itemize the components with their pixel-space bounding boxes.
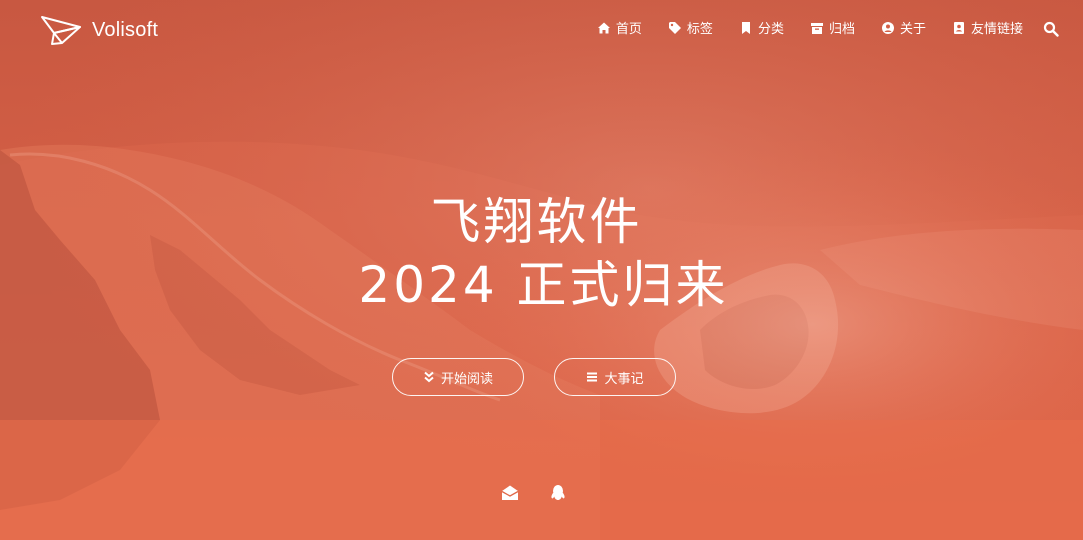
start-reading-label: 开始阅读 bbox=[440, 371, 493, 387]
social-links bbox=[500, 483, 568, 503]
envelope-open-icon[interactable] bbox=[500, 483, 520, 503]
hero-title: 飞翔软件 2024 正式归来 bbox=[0, 190, 1083, 316]
nav-item-label: 关于 bbox=[899, 22, 926, 37]
address-book-icon bbox=[953, 21, 964, 34]
list-icon bbox=[587, 372, 598, 382]
archive-icon bbox=[810, 22, 823, 34]
paper-plane-icon bbox=[41, 16, 81, 45]
site-name: Volisoft bbox=[92, 18, 159, 41]
nav-item-links[interactable]: 友情链接 bbox=[952, 18, 1023, 37]
nav-item-categories[interactable]: 分类 bbox=[739, 18, 784, 37]
nav-item-label: 首页 bbox=[615, 22, 642, 37]
nav-item-archive[interactable]: 归档 bbox=[810, 18, 855, 37]
nav-item-home[interactable]: 首页 bbox=[597, 18, 642, 37]
milestones-button[interactable]: 大事记 bbox=[554, 358, 676, 396]
nav-item-label: 友情链接 bbox=[970, 22, 1023, 37]
nav-item-label: 归档 bbox=[828, 22, 855, 37]
qq-icon[interactable] bbox=[548, 483, 568, 503]
nav-item-tags[interactable]: 标签 bbox=[668, 18, 713, 37]
start-reading-button[interactable]: 开始阅读 bbox=[392, 358, 524, 396]
hero-title-line-2: 2024 正式归来 bbox=[358, 256, 729, 314]
bookmark-icon bbox=[741, 21, 750, 34]
milestones-label: 大事记 bbox=[604, 371, 644, 387]
site-header: Volisoft 首页 标签 分类 归档 关于 友情链接 bbox=[0, 0, 1083, 60]
search-icon[interactable] bbox=[1043, 21, 1059, 37]
nav-item-label: 分类 bbox=[757, 22, 784, 37]
nav-item-about[interactable]: 关于 bbox=[881, 18, 926, 37]
home-icon bbox=[597, 22, 610, 33]
site-logo[interactable]: Volisoft bbox=[40, 12, 158, 48]
nav-item-label: 标签 bbox=[686, 22, 713, 37]
chevron-double-down-icon bbox=[424, 371, 434, 383]
tags-icon bbox=[668, 21, 681, 34]
main-nav: 首页 标签 分类 归档 关于 友情链接 bbox=[597, 18, 1023, 37]
hero-title-line-1: 飞翔软件 bbox=[430, 193, 643, 251]
user-circle-icon bbox=[881, 21, 894, 34]
